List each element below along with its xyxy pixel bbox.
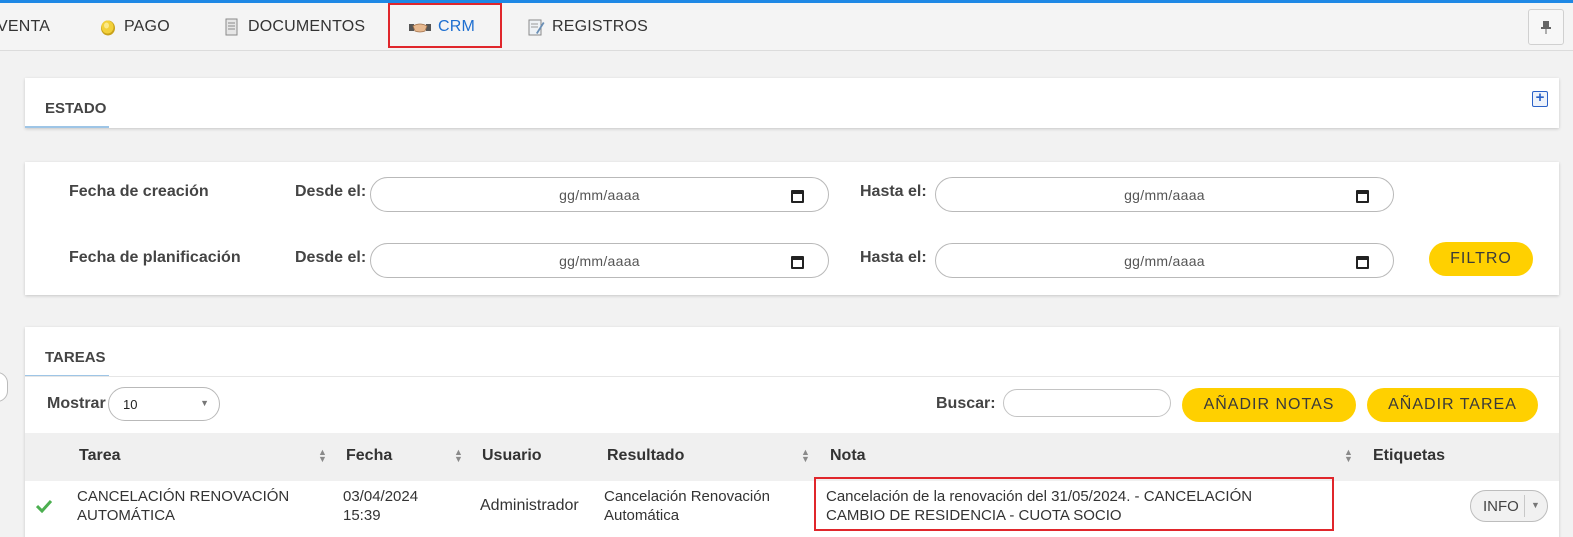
cell-text: Automática xyxy=(604,507,680,524)
collapse-handle[interactable] xyxy=(0,372,8,402)
filter-button[interactable]: FILTRO xyxy=(1429,242,1533,276)
date-placeholder: gg/mm/aaaa xyxy=(1124,187,1205,203)
estado-title-underline xyxy=(25,126,109,128)
add-notes-button[interactable]: AÑADIR NOTAS xyxy=(1182,388,1356,422)
coin-icon xyxy=(101,20,115,36)
sort-icon[interactable]: ▲ ▼ xyxy=(1344,448,1353,464)
creacion-desde-date-input[interactable]: gg/mm/aaaa xyxy=(370,177,829,212)
registry-icon xyxy=(528,19,545,36)
nav-tab-documentos[interactable]: DOCUMENTOS xyxy=(222,3,365,51)
date-placeholder: gg/mm/aaaa xyxy=(1124,253,1205,269)
info-label: INFO xyxy=(1483,498,1519,515)
cell-usuario: Administrador xyxy=(480,497,579,514)
desde-label: Desde el: xyxy=(295,249,367,266)
planificacion-hasta-date-input[interactable]: gg/mm/aaaa xyxy=(935,243,1394,278)
chevron-down-icon[interactable]: ▼ xyxy=(1531,500,1540,510)
column-header-fecha[interactable]: Fecha xyxy=(346,447,392,465)
calendar-icon[interactable] xyxy=(1356,190,1369,203)
estado-panel: ESTADO + xyxy=(25,78,1559,128)
pin-icon xyxy=(1541,21,1551,34)
nav-tab-label: VENTA xyxy=(0,18,51,35)
nav-tab-venta[interactable]: VENTA xyxy=(0,3,50,51)
column-header-usuario[interactable]: Usuario xyxy=(482,447,542,465)
column-header-nota[interactable]: Nota xyxy=(830,447,866,465)
column-header-tarea[interactable]: Tarea xyxy=(79,447,121,465)
crm-highlight-box xyxy=(388,3,502,48)
cell-text: 03/04/2024 xyxy=(343,488,419,505)
chevron-down-icon: ▼ xyxy=(200,398,209,408)
hasta-label: Hasta el: xyxy=(860,249,927,266)
nav-tab-pago[interactable]: PAGO xyxy=(98,3,170,51)
cell-text: CANCELACIÓN RENOVACIÓN xyxy=(77,488,290,505)
date-placeholder: gg/mm/aaaa xyxy=(559,187,640,203)
add-task-button[interactable]: AÑADIR TAREA xyxy=(1367,388,1538,422)
divider xyxy=(25,376,1559,377)
search-input[interactable] xyxy=(1003,389,1171,417)
info-dropdown-button[interactable]: INFO ▼ xyxy=(1470,490,1548,522)
calendar-icon[interactable] xyxy=(791,190,804,203)
nota-highlight-box xyxy=(814,477,1334,531)
calendar-icon[interactable] xyxy=(1356,256,1369,269)
divider xyxy=(1524,495,1525,517)
cell-text: AUTOMÁTICA xyxy=(77,507,176,524)
page-size-value: 10 xyxy=(123,397,138,412)
cell-text: Cancelación Renovación xyxy=(604,488,770,505)
top-nav-bar: VENTA PAGO DOCUMENTOS CRM REGISTROS xyxy=(0,3,1573,51)
nav-tab-label: PAGO xyxy=(124,18,170,35)
tareas-title: TAREAS xyxy=(45,349,106,366)
fecha-creacion-label: Fecha de creación xyxy=(69,183,209,200)
plus-icon[interactable]: + xyxy=(1532,90,1548,107)
filters-panel: Fecha de creación Desde el: gg/mm/aaaa H… xyxy=(25,162,1559,295)
creacion-hasta-date-input[interactable]: gg/mm/aaaa xyxy=(935,177,1394,212)
pin-button[interactable] xyxy=(1528,9,1564,45)
date-placeholder: gg/mm/aaaa xyxy=(559,253,640,269)
planificacion-desde-date-input[interactable]: gg/mm/aaaa xyxy=(370,243,829,278)
documents-icon xyxy=(225,18,238,36)
cell-tarea: CANCELACIÓN RENOVACIÓN AUTOMÁTICA xyxy=(77,487,289,525)
buscar-label: Buscar: xyxy=(936,395,996,412)
nav-tab-label: REGISTROS xyxy=(552,18,649,35)
cell-fecha: 03/04/2024 15:39 xyxy=(343,487,418,525)
sort-icon[interactable]: ▲ ▼ xyxy=(318,448,327,464)
column-header-etiquetas[interactable]: Etiquetas xyxy=(1373,447,1445,465)
column-header-resultado[interactable]: Resultado xyxy=(607,447,684,465)
sort-icon[interactable]: ▲ ▼ xyxy=(454,448,463,464)
check-icon xyxy=(36,499,52,513)
cell-text: 15:39 xyxy=(343,507,381,524)
estado-title: ESTADO xyxy=(45,100,107,117)
desde-label: Desde el: xyxy=(295,183,367,200)
fecha-planificacion-label: Fecha de planificación xyxy=(69,249,241,266)
nav-tab-label: DOCUMENTOS xyxy=(248,18,366,35)
page-size-select[interactable]: 10 ▼ xyxy=(108,387,220,421)
calendar-icon[interactable] xyxy=(791,256,804,269)
nav-tab-registros[interactable]: REGISTROS xyxy=(526,3,648,51)
cell-resultado: Cancelación Renovación Automática xyxy=(604,487,770,525)
hasta-label: Hasta el: xyxy=(860,183,927,200)
table-header: Tarea ▲ ▼ Fecha ▲ ▼ Usuario Resultado ▲ ▼ N… xyxy=(25,433,1559,481)
sort-icon[interactable]: ▲ ▼ xyxy=(801,448,810,464)
mostrar-label: Mostrar xyxy=(47,395,106,412)
